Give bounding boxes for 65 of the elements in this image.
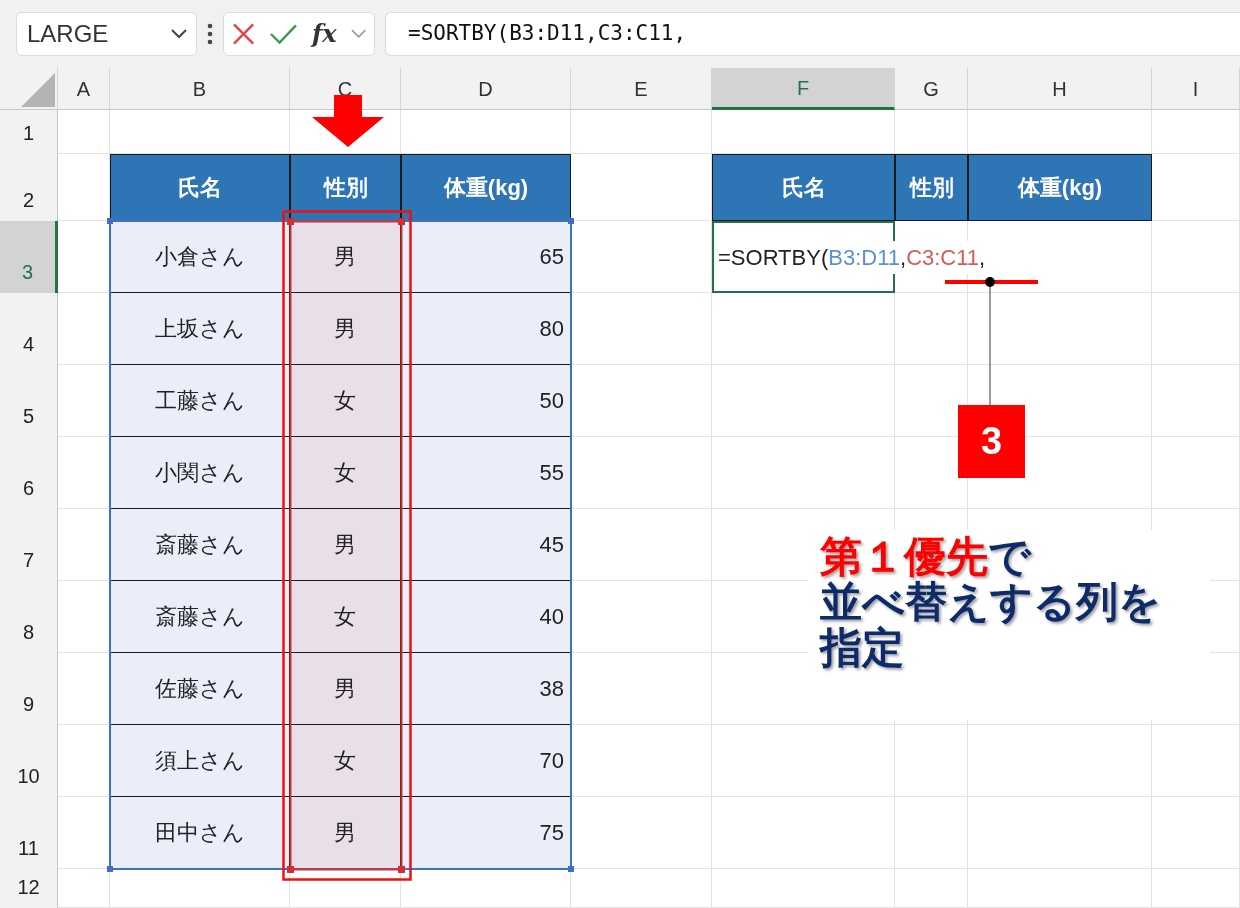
row-header[interactable]: 10: [0, 725, 58, 797]
column-header[interactable]: D: [401, 68, 571, 110]
row-header[interactable]: 9: [0, 653, 58, 725]
table-cell: 男: [290, 293, 401, 365]
table-cell: 男: [290, 509, 401, 581]
row-header[interactable]: 4: [0, 293, 58, 365]
table-cell: 65: [401, 221, 571, 293]
row-header[interactable]: 3: [0, 221, 58, 293]
column-header[interactable]: A: [58, 68, 110, 110]
column-heading: 性別: [895, 154, 968, 221]
table-cell: 斎藤さん: [110, 509, 290, 581]
table-cell: 斎藤さん: [110, 581, 290, 653]
row-header[interactable]: 7: [0, 509, 58, 581]
table-cell: 女: [290, 581, 401, 653]
column-header[interactable]: F: [712, 68, 895, 110]
table-cell: 男: [290, 797, 401, 869]
table-cell: 70: [401, 725, 571, 797]
row-header[interactable]: 2: [0, 154, 58, 221]
row-header[interactable]: 1: [0, 110, 58, 154]
table-cell: 小関さん: [110, 437, 290, 509]
table-cell: 45: [401, 509, 571, 581]
table-cell: 50: [401, 365, 571, 437]
table-cell: 男: [290, 653, 401, 725]
check-icon[interactable]: [269, 22, 298, 46]
dropdown-caret-icon[interactable]: [170, 28, 188, 40]
table-cell: 55: [401, 437, 571, 509]
table-cell: 女: [290, 437, 401, 509]
callout-text: 第１優先で 並べ替えする列を 指定: [808, 530, 1210, 720]
table-cell: 工藤さん: [110, 365, 290, 437]
column-header[interactable]: H: [968, 68, 1152, 110]
table-cell: 女: [290, 725, 401, 797]
table-cell: 38: [401, 653, 571, 725]
table-cell: 男: [290, 221, 401, 293]
column-heading: 体重(kg): [968, 154, 1152, 221]
formula-field[interactable]: =SORTBY(B3:D11,C3:C11,: [385, 12, 1240, 56]
row-header[interactable]: 12: [0, 869, 58, 908]
insert-function-button[interactable]: fx: [311, 16, 337, 52]
column-header[interactable]: B: [110, 68, 290, 110]
column-heading: 体重(kg): [401, 154, 571, 221]
cell-formula[interactable]: =SORTBY(B3:D11,C3:C11,: [718, 240, 986, 274]
table-cell: 佐藤さん: [110, 653, 290, 725]
expand-caret-icon[interactable]: [350, 29, 366, 39]
name-box[interactable]: LARGE: [16, 12, 197, 56]
table-cell: 上坂さん: [110, 293, 290, 365]
table-cell: 80: [401, 293, 571, 365]
column-header[interactable]: E: [571, 68, 712, 110]
row-header[interactable]: 5: [0, 365, 58, 437]
column-heading: 氏名: [110, 154, 290, 221]
column-heading: 性別: [290, 154, 401, 221]
table-cell: 田中さん: [110, 797, 290, 869]
more-options-icon[interactable]: [207, 23, 213, 45]
cancel-icon[interactable]: [232, 22, 256, 46]
row-header[interactable]: 6: [0, 437, 58, 509]
row-header[interactable]: 11: [0, 797, 58, 869]
column-header[interactable]: G: [895, 68, 968, 110]
table-cell: 75: [401, 797, 571, 869]
down-arrow: [312, 95, 384, 147]
column-heading: 氏名: [712, 154, 895, 221]
table-cell: 小倉さん: [110, 221, 290, 293]
table-cell: 40: [401, 581, 571, 653]
column-header[interactable]: I: [1152, 68, 1240, 110]
step-badge: 3: [958, 405, 1025, 478]
row-header[interactable]: 8: [0, 581, 58, 653]
table-cell: 女: [290, 365, 401, 437]
table-cell: 須上さん: [110, 725, 290, 797]
